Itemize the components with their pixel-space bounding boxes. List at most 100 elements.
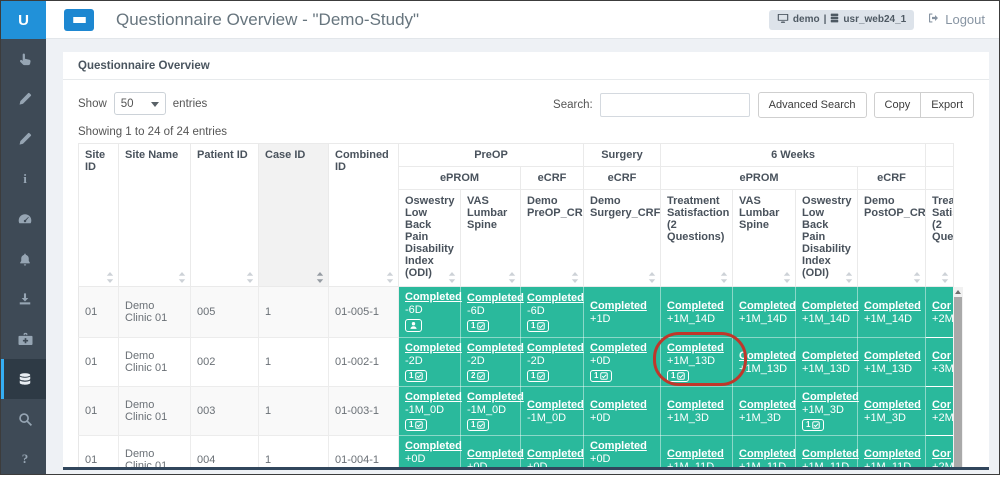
completed-link[interactable]: Completed [527, 448, 584, 460]
completed-link[interactable]: Completed [864, 399, 921, 411]
completed-link[interactable]: Completed [739, 350, 796, 362]
response-badge[interactable]: 1 [467, 419, 489, 431]
completed-link[interactable]: Completed [667, 448, 724, 460]
column-header-questionnaire[interactable]: Demo Surgery_CRF [584, 190, 661, 287]
completed-link[interactable]: Cor [932, 350, 951, 362]
column-header-questionnaire[interactable]: VAS Lumbar Spine [461, 190, 521, 287]
completed-link[interactable]: Completed [739, 300, 796, 312]
column-header-questionnaire[interactable]: Demo PreOP_CRF [521, 190, 584, 287]
completed-link[interactable]: Completed [864, 300, 921, 312]
sidebar-item-search[interactable] [1, 399, 46, 439]
logout-button[interactable]: Logout [927, 12, 985, 27]
completed-link[interactable]: Completed [527, 292, 584, 304]
completed-link[interactable]: Completed [802, 300, 859, 312]
sort-icon[interactable] [720, 272, 728, 283]
sort-icon[interactable] [386, 272, 394, 283]
column-header-case-id[interactable]: Case ID [259, 144, 329, 287]
response-badge[interactable]: 1 [802, 419, 824, 431]
completed-link[interactable]: Completed [590, 440, 647, 452]
sidebar-item-pencil[interactable] [1, 79, 46, 119]
completed-link[interactable]: Completed [590, 300, 647, 312]
sidebar-item-question[interactable]: ? [1, 439, 46, 475]
sidebar-item-info[interactable]: i [1, 159, 46, 199]
column-header-questionnaire[interactable]: Oswestry Low Back Pain Disability Index … [399, 190, 461, 287]
column-header-questionnaire[interactable]: Treatment Satisfaction (2 Questions) [926, 190, 954, 287]
completed-link[interactable]: Completed [405, 342, 462, 354]
app-logo[interactable]: U [1, 1, 46, 39]
response-badge[interactable]: 2 [467, 370, 489, 382]
response-badge[interactable]: 1 [527, 320, 549, 332]
sidebar-item-hand-pointer[interactable] [1, 39, 46, 79]
export-button[interactable]: Export [921, 92, 974, 118]
response-badge[interactable]: 1 [667, 370, 689, 382]
completed-link[interactable]: Cor [932, 300, 951, 312]
completed-link[interactable]: Completed [864, 350, 921, 362]
sort-icon[interactable] [178, 272, 186, 283]
completed-link[interactable]: Completed [590, 342, 647, 354]
response-badge[interactable]: 1 [405, 370, 427, 382]
sidebar-item-database[interactable] [1, 359, 46, 399]
column-header-site-name[interactable]: Site Name [119, 144, 191, 287]
sort-icon[interactable] [246, 272, 254, 283]
completed-link[interactable]: Completed [405, 440, 462, 452]
sort-icon[interactable] [845, 272, 853, 283]
response-badge-count: 1 [531, 322, 535, 330]
copy-button[interactable]: Copy [874, 92, 922, 118]
completed-link[interactable]: Completed [667, 300, 724, 312]
sort-icon[interactable] [648, 272, 656, 283]
column-header-questionnaire[interactable]: Treatment Satisfaction (2 Questions) [661, 190, 733, 287]
completed-link[interactable]: Completed [467, 448, 524, 460]
completed-link[interactable]: Completed [527, 399, 584, 411]
completed-link[interactable]: Completed [802, 350, 859, 362]
completed-link[interactable]: Completed [667, 342, 724, 354]
column-header-questionnaire[interactable]: Demo PostOP_CRF [858, 190, 926, 287]
page-size-select[interactable]: 50 [114, 92, 166, 115]
completed-link[interactable]: Completed [802, 391, 859, 403]
search-input[interactable] [600, 93, 750, 117]
column-header-questionnaire[interactable]: Oswestry Low Back Pain Disability Index … [796, 190, 858, 287]
combined-id-cell: 01-002-1 [329, 338, 399, 387]
scrollbar-thumb[interactable] [954, 297, 962, 467]
response-badge[interactable]: 1 [405, 419, 427, 431]
sidebar-item-medkit[interactable] [1, 319, 46, 359]
completed-link[interactable]: Completed [527, 342, 584, 354]
sort-icon[interactable] [783, 272, 791, 283]
completed-link[interactable]: Completed [405, 391, 462, 403]
completed-link[interactable]: Cor [932, 399, 951, 411]
completed-link[interactable]: Completed [667, 399, 724, 411]
column-header-questionnaire[interactable]: VAS Lumbar Spine [733, 190, 796, 287]
sidebar-item-pencil[interactable] [1, 119, 46, 159]
scrollbar-up-arrow[interactable] [953, 287, 963, 297]
response-badge[interactable] [405, 319, 422, 332]
page-title: Questionnaire Overview - "Demo-Study" [116, 10, 419, 30]
column-header-combined-id[interactable]: Combined ID [329, 144, 399, 287]
response-badge[interactable]: 1 [590, 370, 612, 382]
completed-link[interactable]: Completed [802, 448, 859, 460]
column-header-site-id[interactable]: Site ID [79, 144, 119, 287]
response-badge[interactable]: 1 [467, 320, 489, 332]
sidebar-item-download[interactable] [1, 279, 46, 319]
completed-link[interactable]: Completed [467, 292, 524, 304]
completed-link[interactable]: Completed [739, 399, 796, 411]
menu-toggle-button[interactable] [64, 9, 94, 31]
sort-icon[interactable] [571, 272, 579, 283]
sort-icon[interactable] [508, 272, 516, 283]
completed-link[interactable]: Cor [932, 448, 951, 460]
sort-icon[interactable] [316, 272, 324, 283]
column-header-patient-id[interactable]: Patient ID [191, 144, 259, 287]
sort-icon[interactable] [448, 272, 456, 283]
sidebar-item-tachometer[interactable] [1, 199, 46, 239]
sort-icon[interactable] [941, 272, 949, 283]
sort-icon[interactable] [913, 272, 921, 283]
sort-icon[interactable] [106, 272, 114, 283]
completed-link[interactable]: Completed [739, 448, 796, 460]
response-badge[interactable]: 1 [527, 370, 549, 382]
completed-link[interactable]: Completed [590, 399, 647, 411]
completed-link[interactable]: Completed [864, 448, 921, 460]
advanced-search-button[interactable]: Advanced Search [758, 92, 867, 118]
completed-link[interactable]: Completed [405, 291, 462, 303]
sidebar-item-bell[interactable] [1, 239, 46, 279]
completed-link[interactable]: Completed [467, 342, 524, 354]
completed-link[interactable]: Completed [467, 391, 524, 403]
case-id-cell: 1 [259, 287, 329, 338]
